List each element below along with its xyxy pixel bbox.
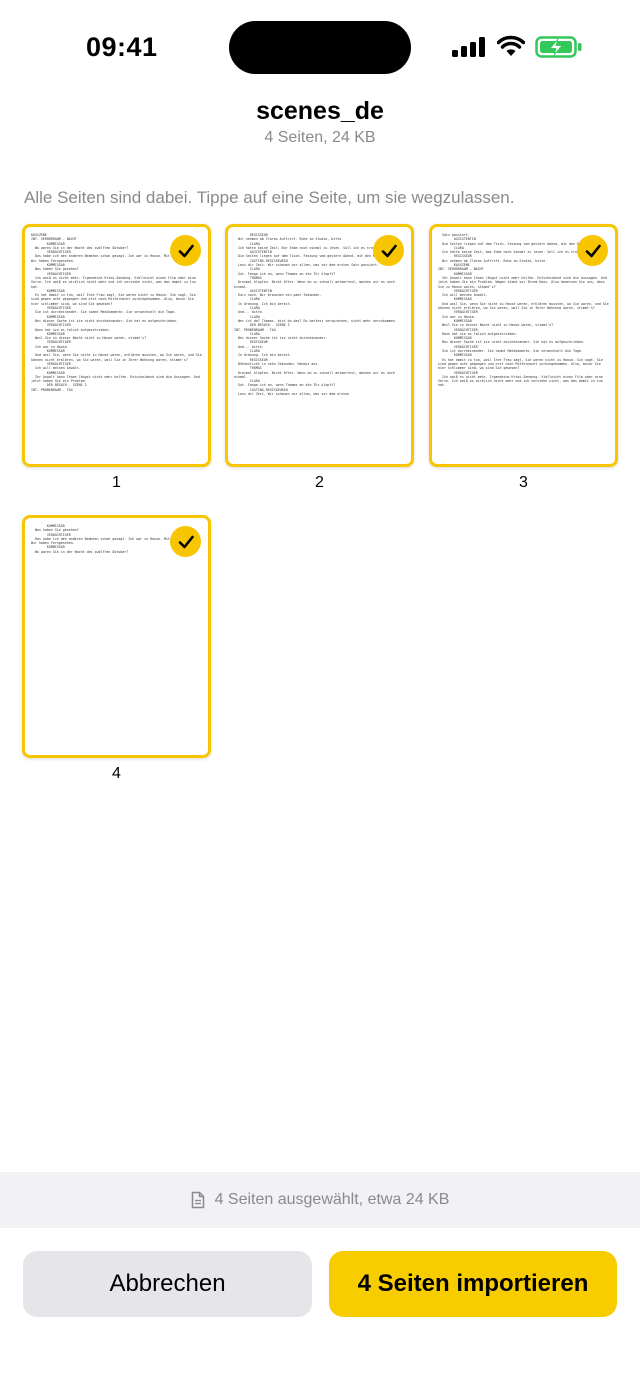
checkmark-icon — [373, 235, 404, 266]
document-info: 4 Seiten, 24 KB — [264, 129, 376, 146]
page-thumbnail-3[interactable]: Satz passiert. ASSISTENTIN Die Seiten li… — [429, 224, 618, 467]
page-preview-text: Satz passiert. ASSISTENTIN Die Seiten li… — [438, 233, 609, 388]
page-number: 1 — [112, 474, 121, 491]
summary-text: 4 Seiten ausgewählt, etwa 24 KB — [214, 1191, 450, 1208]
selection-hint: Alle Seiten sind dabei. Tippe auf eine S… — [24, 188, 515, 207]
checkmark-icon — [170, 235, 201, 266]
status-bar: 09:41 — [0, 0, 640, 96]
page-preview-text: REGISSEUR Wir nehmen ab Claras Auftritt.… — [234, 233, 401, 396]
page-preview-text: KOMMISSAR Was haben Sie gesehen? VERDÄCH… — [31, 524, 196, 554]
status-time: 09:41 — [86, 32, 158, 62]
page-number: 4 — [112, 765, 121, 782]
document-icon — [191, 1191, 204, 1209]
dynamic-island — [229, 21, 411, 74]
page-thumbnail-2[interactable]: REGISSEUR Wir nehmen ab Claras Auftritt.… — [225, 224, 414, 467]
page-number: 3 — [519, 474, 528, 491]
page-number: 2 — [315, 474, 324, 491]
wifi-icon — [497, 35, 525, 56]
page-preview-text: KOSSZENE INT. VERHÖRRAUM - NACHT KOMMISS… — [31, 233, 202, 392]
battery-charging-icon — [535, 36, 582, 58]
checkmark-icon — [577, 235, 608, 266]
document-title: scenes_de — [256, 97, 384, 125]
cellular-signal-icon — [452, 37, 485, 57]
checkmark-icon — [170, 526, 201, 557]
selection-summary: 4 Seiten ausgewählt, etwa 24 KB — [0, 1172, 640, 1228]
import-pages-button[interactable]: 4 Seiten importieren — [329, 1251, 617, 1317]
page-thumbnail-4[interactable]: KOMMISSAR Was haben Sie gesehen? VERDÄCH… — [22, 515, 211, 758]
cancel-button[interactable]: Abbrechen — [23, 1251, 312, 1317]
page-thumbnail-1[interactable]: KOSSZENE INT. VERHÖRRAUM - NACHT KOMMISS… — [22, 224, 211, 467]
